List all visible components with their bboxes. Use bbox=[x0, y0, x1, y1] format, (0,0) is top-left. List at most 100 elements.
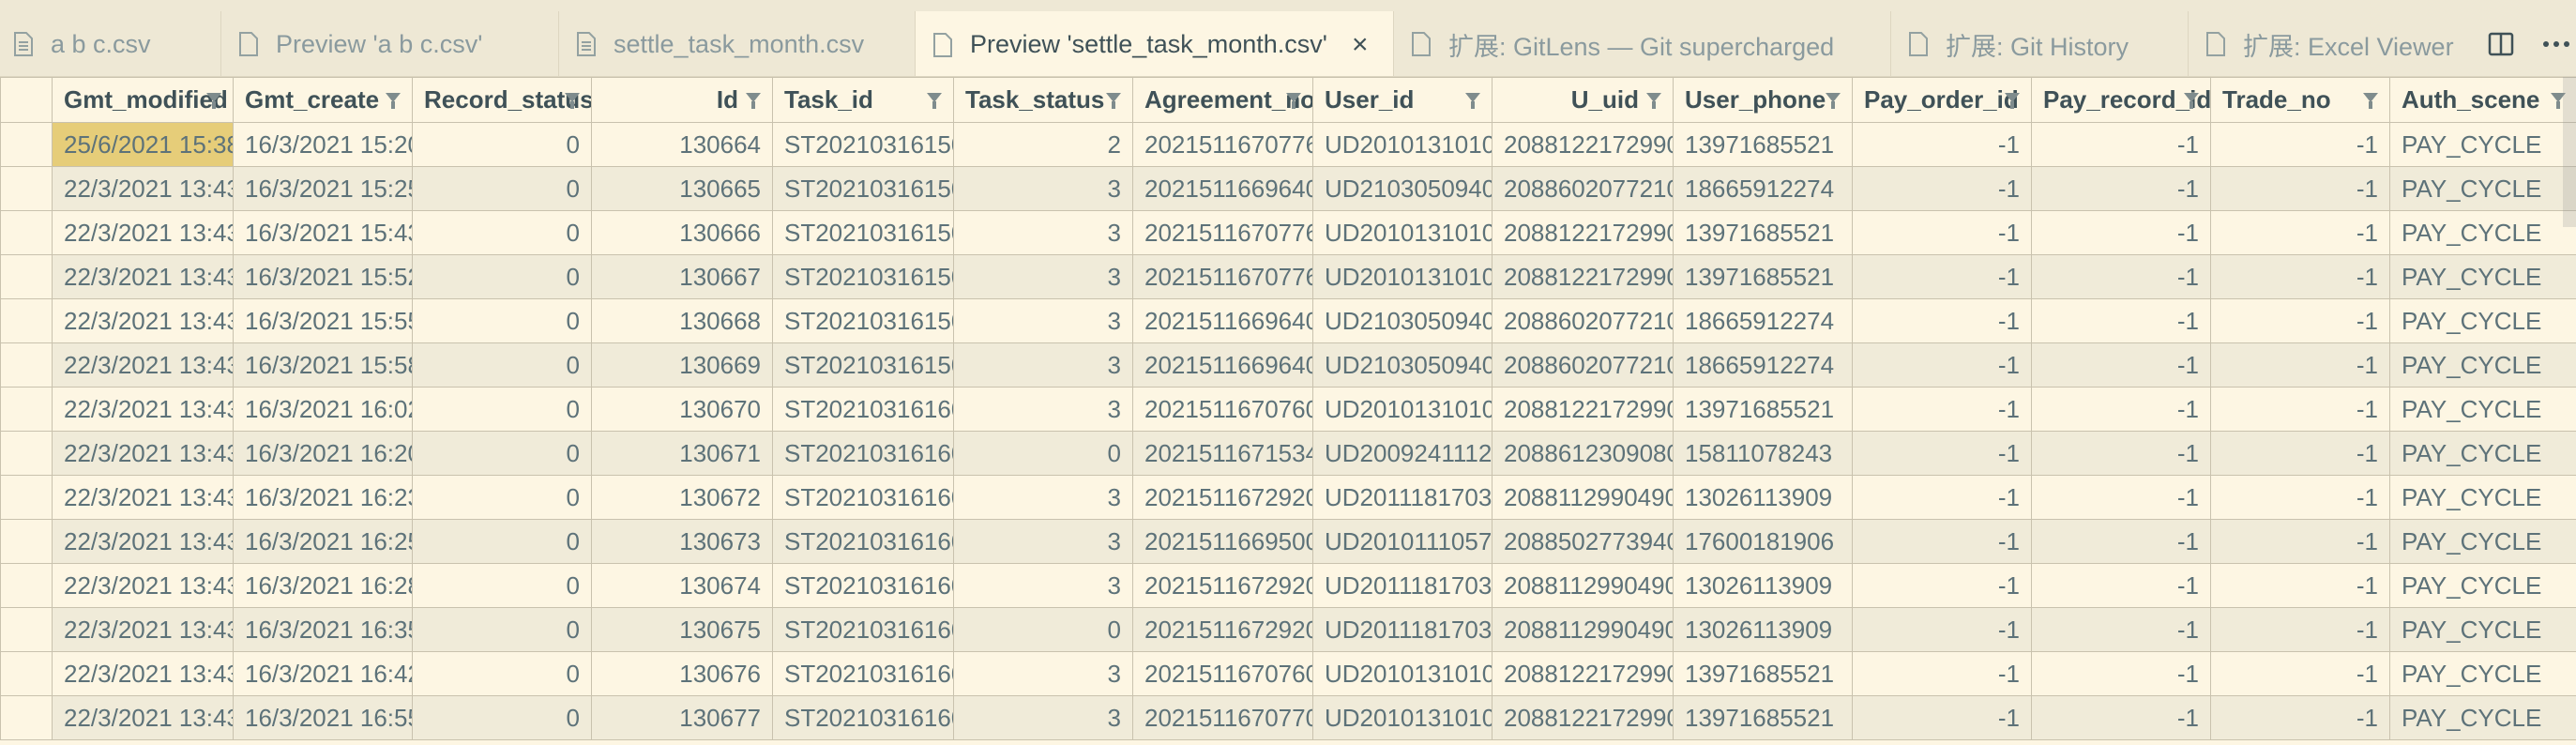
table-cell[interactable]: 3 bbox=[953, 166, 1133, 211]
table-cell[interactable]: -1 bbox=[2031, 695, 2211, 740]
table-cell[interactable]: 22/3/2021 13:43 bbox=[52, 695, 234, 740]
table-cell[interactable]: 22/3/2021 13:43 bbox=[52, 519, 234, 564]
table-cell[interactable]: -1 bbox=[2031, 563, 2211, 608]
table-cell[interactable]: 3 bbox=[953, 519, 1133, 564]
row-number-cell[interactable] bbox=[0, 475, 53, 520]
table-cell[interactable]: 13026113909 bbox=[1673, 563, 1853, 608]
table-cell[interactable]: 22/3/2021 13:43 bbox=[52, 431, 234, 476]
table-cell[interactable]: 16/3/2021 15:55 bbox=[233, 298, 413, 343]
table-cell[interactable]: UD20101310100 bbox=[1312, 122, 1493, 167]
table-cell[interactable]: 22/3/2021 13:43 bbox=[52, 563, 234, 608]
row-number-cell[interactable] bbox=[0, 122, 53, 167]
table-cell[interactable]: 20215116715340 bbox=[1132, 431, 1313, 476]
table-cell[interactable]: 18665912274 bbox=[1673, 342, 1853, 388]
tab-4[interactable]: 扩展: GitLens — Git supercharged bbox=[1394, 11, 1891, 76]
table-cell[interactable]: 3 bbox=[953, 475, 1133, 520]
table-cell[interactable]: UD21030509400 bbox=[1312, 166, 1493, 211]
filter-icon[interactable] bbox=[1646, 93, 1661, 109]
table-cell[interactable]: -1 bbox=[2210, 431, 2390, 476]
table-cell[interactable]: 22/3/2021 13:43 bbox=[52, 342, 234, 388]
table-cell[interactable]: ST20210316160 bbox=[772, 431, 954, 476]
table-cell[interactable]: -1 bbox=[2210, 563, 2390, 608]
table-cell[interactable]: -1 bbox=[2210, 122, 2390, 167]
table-cell[interactable]: 16/3/2021 15:58 bbox=[233, 342, 413, 388]
table-cell[interactable]: 20215116707760 bbox=[1132, 254, 1313, 299]
table-cell[interactable]: 130673 bbox=[591, 519, 773, 564]
table-cell[interactable]: -1 bbox=[2031, 387, 2211, 432]
table-cell[interactable]: 22/3/2021 13:43 bbox=[52, 166, 234, 211]
filter-icon[interactable] bbox=[2363, 93, 2378, 109]
column-header-trade_no[interactable]: Trade_no bbox=[2210, 77, 2390, 123]
table-cell[interactable]: -1 bbox=[2031, 342, 2211, 388]
table-cell[interactable]: 20215116696400 bbox=[1132, 342, 1313, 388]
table-cell[interactable]: -1 bbox=[2031, 166, 2211, 211]
table-cell[interactable]: UD20111817030 bbox=[1312, 607, 1493, 652]
table-cell[interactable]: -1 bbox=[1852, 342, 2032, 388]
table-cell[interactable]: -1 bbox=[2210, 166, 2390, 211]
tab-3[interactable]: Preview 'settle_task_month.csv' × bbox=[916, 11, 1394, 76]
table-cell[interactable]: UD21030509400 bbox=[1312, 342, 1493, 388]
table-cell[interactable]: -1 bbox=[2210, 695, 2390, 740]
table-cell[interactable]: 16/3/2021 15:52 bbox=[233, 254, 413, 299]
table-cell[interactable]: 0 bbox=[412, 166, 592, 211]
table-cell[interactable]: ST20210316150 bbox=[772, 342, 954, 388]
table-cell[interactable]: 130665 bbox=[591, 166, 773, 211]
table-cell[interactable]: ST20210316150 bbox=[772, 210, 954, 255]
column-header-gmt_modified[interactable]: Gmt_modified bbox=[52, 77, 234, 123]
table-cell[interactable]: 20215116696400 bbox=[1132, 298, 1313, 343]
row-number-cell[interactable] bbox=[0, 519, 53, 564]
table-cell[interactable]: 20215116729200 bbox=[1132, 607, 1313, 652]
table-cell[interactable]: PAY_CYCLE bbox=[2389, 563, 2576, 608]
table-cell[interactable]: 2088502773940 bbox=[1492, 519, 1674, 564]
table-cell[interactable]: -1 bbox=[2031, 298, 2211, 343]
table-cell[interactable]: 20215116695000 bbox=[1132, 519, 1313, 564]
table-cell[interactable]: 22/3/2021 13:43 bbox=[52, 607, 234, 652]
table-cell[interactable]: PAY_CYCLE bbox=[2389, 298, 2576, 343]
table-cell[interactable]: -1 bbox=[2210, 298, 2390, 343]
table-cell[interactable]: 2088122172990 bbox=[1492, 122, 1674, 167]
table-cell[interactable]: ST20210316150 bbox=[772, 254, 954, 299]
table-cell[interactable]: 2088122172990 bbox=[1492, 651, 1674, 696]
close-icon[interactable]: × bbox=[1352, 29, 1369, 61]
table-cell[interactable]: 2088112990490 bbox=[1492, 475, 1674, 520]
filter-icon[interactable] bbox=[927, 93, 942, 109]
table-cell[interactable]: 20215116707760 bbox=[1132, 210, 1313, 255]
table-cell[interactable]: 0 bbox=[412, 607, 592, 652]
table-cell[interactable]: -1 bbox=[1852, 695, 2032, 740]
table-cell[interactable]: 22/3/2021 13:43 bbox=[52, 387, 234, 432]
table-cell[interactable]: UD20101310100 bbox=[1312, 387, 1493, 432]
table-cell[interactable]: 15811078243 bbox=[1673, 431, 1853, 476]
table-cell[interactable]: -1 bbox=[2210, 254, 2390, 299]
column-header-id[interactable]: Id bbox=[591, 77, 773, 123]
table-cell[interactable]: 130676 bbox=[591, 651, 773, 696]
table-cell[interactable]: 20215116729200 bbox=[1132, 563, 1313, 608]
filter-icon[interactable] bbox=[1286, 93, 1301, 109]
table-cell[interactable]: 16/3/2021 15:25 bbox=[233, 166, 413, 211]
table-cell[interactable]: UD20111817030 bbox=[1312, 563, 1493, 608]
table-cell[interactable]: -1 bbox=[2031, 519, 2211, 564]
row-number-cell[interactable] bbox=[0, 607, 53, 652]
table-cell[interactable]: 2088602077210 bbox=[1492, 342, 1674, 388]
table-cell[interactable]: 2 bbox=[953, 122, 1133, 167]
table-cell[interactable]: PAY_CYCLE bbox=[2389, 387, 2576, 432]
table-cell[interactable]: -1 bbox=[1852, 431, 2032, 476]
table-cell[interactable]: UD20101110570 bbox=[1312, 519, 1493, 564]
table-cell[interactable]: 25/6/2021 15:38 bbox=[52, 122, 234, 167]
table-cell[interactable]: 3 bbox=[953, 342, 1133, 388]
filter-icon[interactable] bbox=[386, 93, 401, 109]
table-cell[interactable]: -1 bbox=[1852, 607, 2032, 652]
table-cell[interactable]: 13971685521 bbox=[1673, 122, 1853, 167]
table-cell[interactable]: -1 bbox=[1852, 475, 2032, 520]
table-cell[interactable]: ST20210316160 bbox=[772, 563, 954, 608]
table-cell[interactable]: -1 bbox=[2031, 431, 2211, 476]
table-cell[interactable]: 130672 bbox=[591, 475, 773, 520]
table-cell[interactable]: PAY_CYCLE bbox=[2389, 431, 2576, 476]
table-cell[interactable]: -1 bbox=[2031, 254, 2211, 299]
table-cell[interactable]: 0 bbox=[412, 298, 592, 343]
table-cell[interactable]: 20215116707600 bbox=[1132, 651, 1313, 696]
table-cell[interactable]: PAY_CYCLE bbox=[2389, 254, 2576, 299]
table-cell[interactable]: 0 bbox=[412, 387, 592, 432]
table-cell[interactable]: 22/3/2021 13:43 bbox=[52, 475, 234, 520]
table-cell[interactable]: ST20210316150 bbox=[772, 166, 954, 211]
table-cell[interactable]: 13971685521 bbox=[1673, 210, 1853, 255]
